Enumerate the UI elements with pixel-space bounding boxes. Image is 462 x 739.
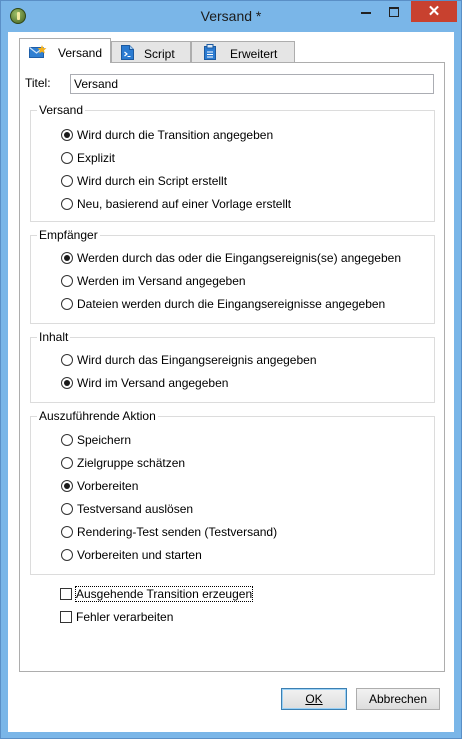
group-aktion-title: Auszuführende Aktion [37, 409, 158, 423]
tab-script-label: Script [144, 47, 175, 61]
script-file-icon [121, 45, 134, 60]
radio-button[interactable] [61, 354, 73, 366]
group-versand: Versand Wird durch die Transition angege… [30, 103, 435, 222]
title-field-label: Titel: [25, 76, 51, 90]
checkbox[interactable] [60, 611, 72, 623]
radio-label: Rendering-Test senden (Testversand) [77, 525, 278, 539]
radio-label: Werden im Versand angegeben [77, 274, 246, 288]
radio-button[interactable] [61, 298, 73, 310]
radio-label: Vorbereiten und starten [77, 548, 202, 562]
checkbox-label: Ausgehende Transition erzeugen [74, 586, 254, 602]
group-inhalt: Inhalt Wird durch das Eingangsereignis a… [30, 330, 435, 403]
tab-versand[interactable]: Versand [19, 38, 111, 63]
radio-label: Explizit [77, 151, 116, 165]
radio-button[interactable] [61, 480, 73, 492]
tab-script[interactable]: Script [111, 41, 191, 62]
radio-label: Neu, basierend auf einer Vorlage erstell… [77, 197, 292, 211]
ok-button[interactable]: OK [281, 688, 347, 710]
tab-panel-versand: Titel: Versand Versand Wird durch die Tr… [19, 62, 445, 672]
radio-label: Wird im Versand angegeben [77, 376, 229, 390]
minimize-button[interactable] [353, 1, 379, 22]
group-empfaenger-title: Empfänger [37, 228, 100, 242]
radio-button[interactable] [61, 434, 73, 446]
title-input[interactable]: Versand [70, 74, 434, 94]
radio-label: Speichern [77, 433, 132, 447]
tab-erweitert-label: Erweitert [230, 47, 278, 61]
radio-button[interactable] [61, 175, 73, 187]
clipboard-icon [204, 44, 216, 60]
radio-button[interactable] [61, 152, 73, 164]
radio-label: Wird durch die Transition angegeben [77, 128, 274, 142]
close-icon: ✕ [427, 3, 441, 20]
tab-versand-label: Versand [58, 46, 103, 60]
radio-button[interactable] [61, 457, 73, 469]
title-bar[interactable]: Versand * ✕ [1, 1, 461, 31]
group-versand-title: Versand [37, 103, 86, 117]
radio-button[interactable] [61, 377, 73, 389]
radio-label: Wird durch ein Script erstellt [77, 174, 228, 188]
checkbox-label: Fehler verarbeiten [76, 610, 174, 624]
radio-label: Dateien werden durch die Eingangsereigni… [77, 297, 386, 311]
radio-label: Werden durch das oder die Eingangsereign… [77, 251, 401, 265]
radio-label: Vorbereiten [77, 479, 139, 493]
dialog-window: Versand * ✕ Versand Script Erweitert Tit… [0, 0, 462, 739]
dialog-body: Versand Script Erweitert Titel: Versand … [8, 32, 454, 732]
checkbox[interactable] [60, 588, 72, 600]
radio-label: Wird durch das Eingangsereignis angegebe… [77, 353, 317, 367]
tab-erweitert[interactable]: Erweitert [191, 41, 295, 62]
group-aktion: Auszuführende Aktion Speichern Zielgrupp… [30, 409, 435, 575]
ok-button-label: OK [305, 692, 323, 706]
radio-label: Testversand auslösen [77, 502, 194, 516]
close-button[interactable]: ✕ [411, 1, 457, 22]
radio-label: Zielgruppe schätzen [77, 456, 186, 470]
radio-button[interactable] [61, 275, 73, 287]
radio-button[interactable] [61, 549, 73, 561]
group-empfaenger: Empfänger Werden durch das oder die Eing… [30, 228, 435, 324]
radio-button[interactable] [61, 526, 73, 538]
envelope-star-icon [29, 45, 47, 58]
radio-button[interactable] [61, 129, 73, 141]
group-inhalt-title: Inhalt [37, 330, 71, 344]
radio-button[interactable] [61, 252, 73, 264]
cancel-button-label: Abbrechen [368, 692, 428, 706]
maximize-button[interactable] [381, 1, 407, 22]
radio-button[interactable] [61, 503, 73, 515]
cancel-button[interactable]: Abbrechen [356, 688, 440, 710]
radio-button[interactable] [61, 198, 73, 210]
